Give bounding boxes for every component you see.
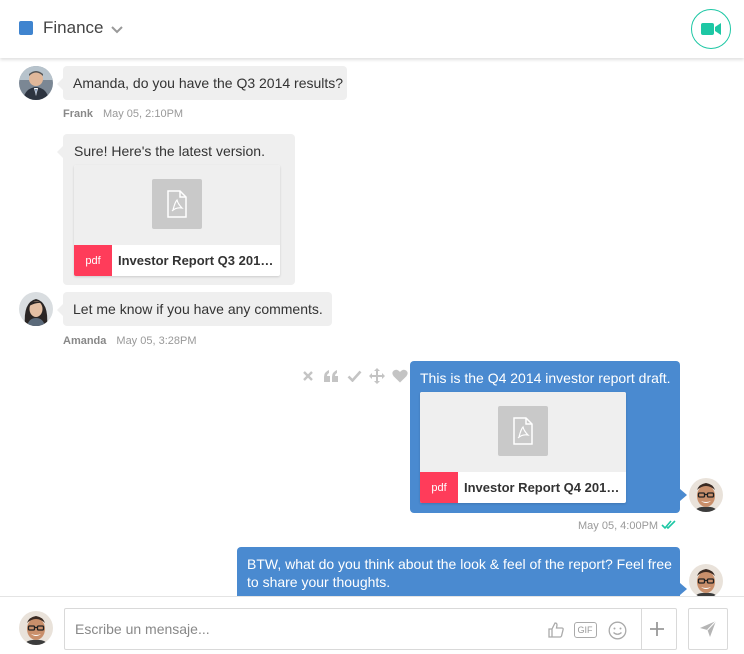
timestamp: May 05, 3:28PM xyxy=(116,335,197,347)
pdf-file-icon xyxy=(152,179,202,229)
send-button[interactable] xyxy=(688,608,728,650)
read-receipt-double-check-icon xyxy=(661,520,676,530)
message-text: Let me know if you have any comments. xyxy=(73,301,323,317)
gif-label: GIF xyxy=(577,625,593,635)
chat-header: Finance xyxy=(0,0,744,58)
message-text: Sure! Here's the latest version. xyxy=(74,143,265,159)
message-input-box[interactable]: GIF xyxy=(64,608,677,650)
message-list[interactable]: Amanda, do you have the Q3 2014 results?… xyxy=(0,58,744,596)
message-actions xyxy=(300,368,408,384)
video-call-button[interactable] xyxy=(691,9,731,49)
message-text: BTW, what do you think about the look & … xyxy=(247,556,672,590)
close-icon[interactable] xyxy=(300,368,316,384)
file-type-badge: pdf xyxy=(74,245,112,276)
message-text: Amanda, do you have the Q3 2014 results? xyxy=(73,75,344,91)
sender-name[interactable]: Amanda xyxy=(63,335,106,347)
timestamp: May 05, 4:00PM xyxy=(578,520,659,532)
message-bubble-outgoing[interactable]: This is the Q4 2014 investor report draf… xyxy=(410,361,687,513)
channel-color-square-icon xyxy=(19,21,33,35)
plus-icon xyxy=(650,622,664,636)
send-icon xyxy=(700,620,717,637)
attach-plus-button[interactable] xyxy=(646,618,668,640)
file-attachment[interactable]: pdf Investor Report Q3 2014.... xyxy=(74,165,280,276)
video-camera-icon xyxy=(701,23,721,35)
avatar-frank[interactable] xyxy=(19,66,53,100)
message-bubble[interactable]: Let me know if you have any comments. xyxy=(57,292,332,326)
file-attachment[interactable]: pdf Investor Report Q4 2014.... xyxy=(420,392,626,503)
avatar-me[interactable] xyxy=(689,478,723,512)
message-bubble-outgoing[interactable]: BTW, what do you think about the look & … xyxy=(237,547,687,596)
message-meta: May 05, 4:00PM xyxy=(578,520,677,532)
message-bubble[interactable]: Sure! Here's the latest version. pdf Inv… xyxy=(57,134,295,285)
composer-divider xyxy=(641,609,642,649)
avatar-amanda[interactable] xyxy=(19,292,53,326)
emoji-icon xyxy=(608,621,626,639)
file-name[interactable]: Investor Report Q3 2014.... xyxy=(118,245,276,276)
avatar-me[interactable] xyxy=(689,564,723,596)
chevron-down-icon[interactable] xyxy=(110,22,124,36)
channel-title[interactable]: Finance xyxy=(43,18,103,38)
move-icon[interactable] xyxy=(369,368,385,384)
message-input[interactable] xyxy=(75,619,535,639)
check-icon[interactable] xyxy=(346,368,362,384)
gif-icon: GIF xyxy=(573,622,597,638)
pdf-file-icon xyxy=(498,406,548,456)
message-bubble[interactable]: Amanda, do you have the Q3 2014 results? xyxy=(57,66,347,100)
quote-icon[interactable] xyxy=(323,368,339,384)
gif-button[interactable]: GIF xyxy=(573,619,597,641)
heart-icon[interactable] xyxy=(392,368,408,384)
message-composer: GIF xyxy=(0,596,744,654)
file-preview xyxy=(74,165,280,245)
file-name[interactable]: Investor Report Q4 2014.... xyxy=(464,472,622,503)
emoji-button[interactable] xyxy=(606,619,628,641)
message-text: This is the Q4 2014 investor report draf… xyxy=(420,370,671,386)
avatar-current-user[interactable] xyxy=(19,611,53,645)
timestamp: May 05, 2:10PM xyxy=(102,108,184,120)
file-preview xyxy=(420,392,626,472)
file-type-badge: pdf xyxy=(420,472,458,503)
sender-name[interactable]: Frank xyxy=(63,108,93,120)
thumbs-up-button[interactable] xyxy=(545,619,567,641)
thumbs-up-icon xyxy=(548,622,564,638)
message-meta: Frank May 05, 2:10PM xyxy=(63,108,183,120)
message-meta: Amanda May 05, 3:28PM xyxy=(63,335,197,347)
